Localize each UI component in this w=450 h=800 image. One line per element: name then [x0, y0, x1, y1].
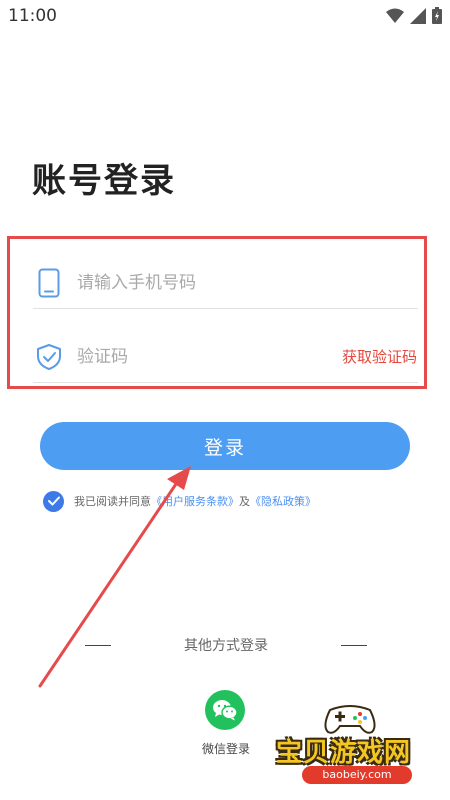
phone-icon: [35, 267, 63, 299]
phone-field: [33, 257, 418, 309]
code-input[interactable]: [77, 346, 342, 367]
other-login-title: 其他方式登录: [184, 638, 268, 654]
code-field: 获取验证码: [33, 331, 418, 383]
agreement-connector: 及: [239, 495, 250, 508]
get-code-button[interactable]: 获取验证码: [342, 346, 417, 367]
wechat-login-button[interactable]: [205, 690, 245, 730]
annotation-arrow: [38, 466, 191, 688]
watermark-url: baobeiy.com: [302, 766, 412, 784]
watermark-logo: 宝贝游戏网 baobeiy.com: [272, 700, 447, 790]
login-button[interactable]: 登录: [40, 422, 410, 470]
shield-icon: [35, 341, 63, 373]
agreement-row: 我已阅读并同意《用户服务条款》及《隐私政策》: [43, 490, 316, 512]
divider-left: [85, 644, 111, 646]
page-title: 账号登录: [32, 161, 176, 201]
signal-icon: [410, 7, 426, 24]
status-icons: [386, 7, 442, 24]
battery-icon: [432, 7, 442, 24]
check-icon: [47, 496, 60, 506]
wechat-login-label: 微信登录: [201, 742, 250, 756]
wifi-icon: [386, 8, 404, 23]
watermark-site-name: 宝贝游戏网: [276, 738, 412, 768]
wechat-icon: [213, 700, 238, 721]
terms-link[interactable]: 《用户服务条款》: [151, 495, 239, 508]
status-time: 11:00: [8, 6, 57, 26]
privacy-link[interactable]: 《隐私政策》: [250, 495, 316, 508]
status-bar: 11:00: [0, 0, 450, 32]
agreement-text: 我已阅读并同意《用户服务条款》及《隐私政策》: [74, 493, 316, 509]
other-login-row: 其他方式登录: [85, 634, 367, 656]
gamepad-icon: [324, 705, 376, 734]
agreement-prefix: 我已阅读并同意: [74, 495, 151, 508]
divider-right: [341, 644, 367, 646]
agree-checkbox[interactable]: [43, 490, 64, 512]
phone-input[interactable]: [77, 272, 418, 293]
